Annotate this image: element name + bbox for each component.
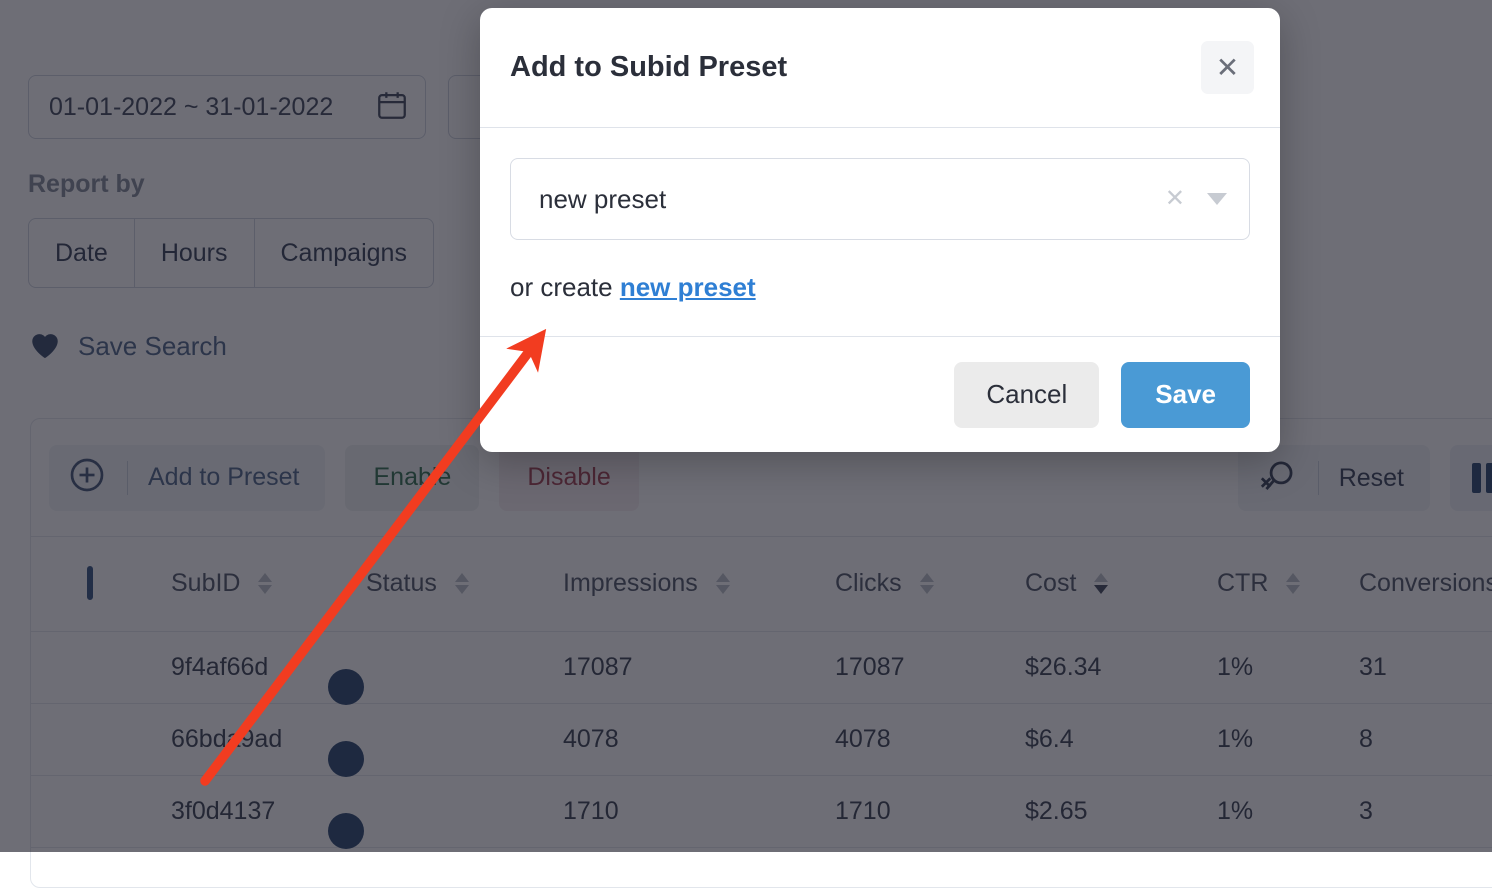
add-to-subid-preset-modal: Add to Subid Preset ✕ new preset ✕ or cr… [480,8,1280,452]
cancel-button[interactable]: Cancel [954,362,1099,428]
close-icon[interactable]: ✕ [1201,41,1254,94]
modal-body: new preset ✕ or create new preset [480,128,1280,336]
chevron-down-icon[interactable] [1207,193,1227,205]
modal-title: Add to Subid Preset [510,51,787,84]
modal-header: Add to Subid Preset ✕ [480,8,1280,128]
preset-select[interactable]: new preset ✕ [510,158,1250,240]
or-create-row: or create new preset [510,272,1250,303]
clear-icon[interactable]: ✕ [1165,187,1185,211]
modal-footer: Cancel Save [480,336,1280,452]
save-button[interactable]: Save [1121,362,1250,428]
create-new-preset-link[interactable]: new preset [620,272,756,302]
or-create-prefix: or create [510,272,620,302]
preset-select-value: new preset [539,184,666,215]
